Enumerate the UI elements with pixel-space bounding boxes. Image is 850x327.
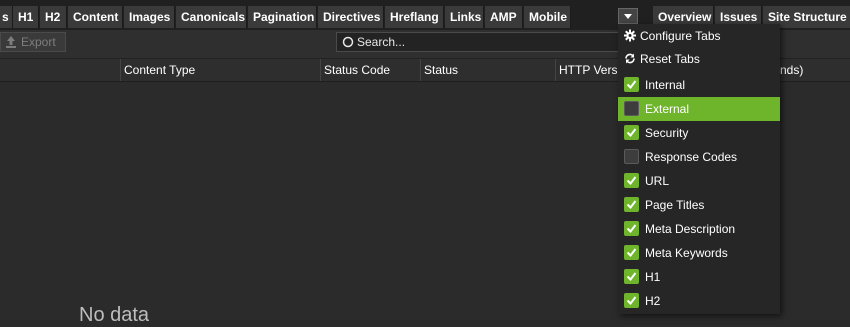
tab-toggle-label: Internal bbox=[645, 78, 686, 92]
configure-tabs-menu: Configure Tabs Reset Tabs Internal Exter… bbox=[618, 24, 780, 314]
tab-toggle-label: Page Titles bbox=[645, 198, 705, 212]
export-button[interactable]: Export bbox=[0, 32, 66, 52]
tab-toggle-security[interactable]: Security bbox=[618, 121, 780, 145]
checkbox-checked[interactable] bbox=[624, 173, 639, 188]
tab-h1[interactable]: H1 bbox=[13, 6, 39, 28]
tab-directives[interactable]: Directives bbox=[318, 6, 384, 28]
tab-toggle-label: Meta Keywords bbox=[645, 246, 728, 260]
tab-toggle-label: Meta Description bbox=[645, 222, 736, 236]
tab-mobile[interactable]: Mobile bbox=[524, 6, 571, 28]
reset-tabs-item[interactable]: Reset Tabs bbox=[618, 47, 780, 71]
tab-toggle-h2[interactable]: H2 bbox=[618, 289, 780, 313]
tab-toggle-label: Security bbox=[645, 126, 689, 140]
search-icon bbox=[342, 36, 354, 48]
search-box[interactable] bbox=[336, 32, 626, 52]
checkbox-unchecked[interactable] bbox=[624, 149, 639, 164]
tab-content[interactable]: Content bbox=[68, 6, 123, 28]
upload-icon bbox=[6, 36, 16, 48]
checkbox-checked[interactable] bbox=[624, 77, 639, 92]
configure-tabs-item[interactable]: Configure Tabs bbox=[618, 24, 780, 48]
tab-toggle-response-codes[interactable]: Response Codes bbox=[618, 145, 780, 169]
export-label: Export bbox=[21, 35, 56, 49]
checkbox-unchecked[interactable] bbox=[624, 101, 639, 116]
tab-images[interactable]: Images bbox=[124, 6, 175, 28]
search-input[interactable] bbox=[357, 34, 597, 50]
tab-toggle-label: URL bbox=[645, 174, 670, 188]
chevron-down-icon[interactable] bbox=[618, 8, 638, 24]
tab-toggle-label: Response Codes bbox=[645, 150, 738, 164]
tab-toggle-label: H2 bbox=[645, 294, 661, 308]
column-header-content-type[interactable]: Content Type bbox=[120, 59, 320, 81]
tab-toggle-meta-keywords[interactable]: Meta Keywords bbox=[618, 241, 780, 265]
tab-toggle-label: H1 bbox=[645, 270, 661, 284]
tab-links[interactable]: Links bbox=[445, 6, 484, 28]
tab-toggle-meta-description[interactable]: Meta Description bbox=[618, 217, 780, 241]
tab-hreflang[interactable]: Hreflang bbox=[385, 6, 444, 28]
refresh-icon bbox=[625, 53, 635, 64]
checkbox-checked[interactable] bbox=[624, 125, 639, 140]
tab-toggle-external[interactable]: External bbox=[618, 97, 780, 121]
checkbox-checked[interactable] bbox=[624, 197, 639, 212]
column-header-status-code[interactable]: Status Code bbox=[320, 59, 420, 81]
tab-toggle-page-titles[interactable]: Page Titles bbox=[618, 193, 780, 217]
checkbox-checked[interactable] bbox=[624, 221, 639, 236]
column-header-blank[interactable] bbox=[0, 59, 120, 81]
tab-toggle-url[interactable]: URL bbox=[618, 169, 780, 193]
checkbox-checked[interactable] bbox=[624, 269, 639, 284]
tab-canonicals[interactable]: Canonicals bbox=[176, 6, 247, 28]
column-header-response-time[interactable]: nds) bbox=[780, 59, 850, 81]
tab-h2[interactable]: H2 bbox=[40, 6, 67, 28]
gear-icon bbox=[624, 29, 636, 42]
empty-state-text: No data bbox=[79, 304, 150, 326]
tab-truncated[interactable]: s bbox=[0, 6, 13, 28]
tab-toggle-h1[interactable]: H1 bbox=[618, 265, 780, 289]
tab-toggle-internal[interactable]: Internal bbox=[618, 73, 780, 97]
tab-amp[interactable]: AMP bbox=[485, 6, 523, 28]
checkbox-checked[interactable] bbox=[624, 245, 639, 260]
column-header-http-version[interactable]: HTTP Versi bbox=[555, 59, 618, 81]
tab-pagination[interactable]: Pagination bbox=[248, 6, 317, 28]
reset-tabs-label: Reset Tabs bbox=[640, 52, 700, 66]
configure-tabs-label: Configure Tabs bbox=[640, 29, 721, 43]
column-header-status[interactable]: Status bbox=[420, 59, 555, 81]
tab-toggle-label: External bbox=[645, 102, 690, 116]
checkbox-checked[interactable] bbox=[624, 293, 639, 308]
